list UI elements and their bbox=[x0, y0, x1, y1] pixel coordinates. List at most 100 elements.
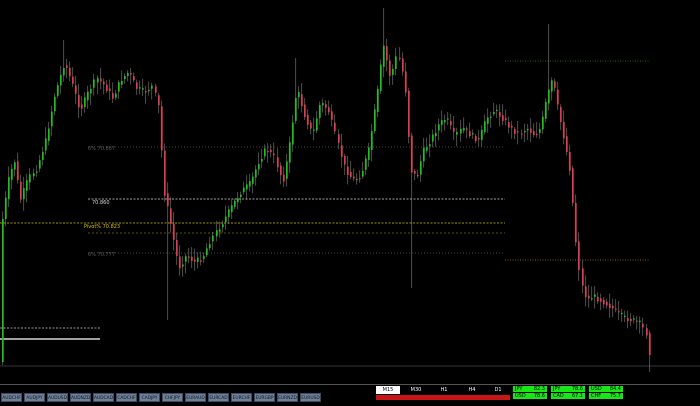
symbol-tab[interactable]: EURUSD bbox=[300, 393, 321, 402]
bear-candle bbox=[179, 256, 181, 269]
bull-candle bbox=[90, 89, 92, 94]
strength-value: 84.4 bbox=[609, 386, 621, 392]
bull-candle bbox=[42, 152, 44, 160]
bear-candle bbox=[133, 76, 135, 81]
bull-candle bbox=[524, 131, 526, 133]
strength-currency: JPY bbox=[553, 386, 561, 392]
bear-candle bbox=[273, 153, 275, 156]
bear-candle bbox=[78, 95, 80, 108]
bear-candle bbox=[155, 86, 157, 93]
timeframe-button-d1[interactable]: D1 bbox=[486, 386, 510, 394]
bull-candle bbox=[216, 230, 218, 237]
bull-candle bbox=[441, 120, 443, 125]
symbol-tab[interactable]: AUDJPY bbox=[24, 393, 45, 402]
bull-candle bbox=[460, 128, 462, 134]
bull-candle bbox=[371, 131, 373, 150]
bear-candle bbox=[408, 90, 410, 137]
bear-candle bbox=[514, 129, 516, 134]
bull-candle bbox=[48, 128, 50, 141]
bull-candle bbox=[444, 120, 446, 123]
price-level-label: Pivot% 70.823 bbox=[84, 224, 120, 230]
bear-candle bbox=[499, 112, 501, 117]
bull-candle bbox=[591, 298, 593, 300]
strength-currency: CAD bbox=[553, 393, 564, 399]
bull-candle bbox=[228, 209, 230, 218]
bear-candle bbox=[411, 135, 413, 173]
bull-candle bbox=[197, 257, 199, 262]
price-chart[interactable]: 6% 70.887 70.860 Pivot% 70.823 6% 70.777 bbox=[0, 0, 700, 384]
strength-value: 75.7 bbox=[609, 393, 621, 399]
timeframe-button-m15[interactable]: M15 bbox=[376, 386, 400, 394]
bull-candle bbox=[148, 90, 150, 92]
timeframe-selector: M15 M30 H1 H4 D1 bbox=[376, 386, 510, 400]
bear-candle bbox=[630, 318, 632, 322]
bull-candle bbox=[234, 200, 236, 207]
symbol-tab[interactable]: EURCHF bbox=[231, 393, 252, 402]
symbol-tab[interactable]: AUDCHF bbox=[1, 393, 22, 402]
bear-candle bbox=[642, 323, 644, 328]
bear-candle bbox=[277, 157, 279, 168]
bull-candle bbox=[463, 127, 465, 131]
symbol-tab[interactable]: AUDCAD bbox=[93, 393, 114, 402]
bear-candle bbox=[414, 170, 416, 174]
bull-candle bbox=[374, 109, 376, 131]
timeframe-button-m30[interactable]: M30 bbox=[404, 386, 428, 394]
bull-candle bbox=[249, 181, 251, 187]
price-level-label: 6% 70.777 bbox=[88, 252, 115, 258]
bear-candle bbox=[112, 93, 114, 99]
candlestick-chart[interactable]: 6% 70.887 70.860 Pivot% 70.823 6% 70.777 bbox=[0, 0, 700, 384]
bear-candle bbox=[136, 82, 138, 89]
bear-candle bbox=[563, 122, 565, 139]
bull-candle bbox=[142, 88, 144, 90]
strength-value: 78.6 bbox=[571, 386, 583, 392]
bear-candle bbox=[606, 301, 608, 306]
bull-candle bbox=[231, 205, 233, 212]
bull-candle bbox=[484, 121, 486, 133]
bear-candle bbox=[270, 149, 272, 153]
strength-currency: USD bbox=[515, 393, 526, 399]
bull-candle bbox=[252, 176, 254, 184]
symbol-tab[interactable]: CADCHF bbox=[116, 393, 137, 402]
symbol-tab-strip: AUDCHF AUDJPY AUDUSD AUDNZD AUDCAD CADCHF CADJ… bbox=[0, 387, 322, 402]
bull-candle bbox=[2, 218, 4, 362]
bear-candle bbox=[502, 115, 504, 122]
bear-candle bbox=[341, 145, 343, 157]
bull-candle bbox=[237, 198, 239, 202]
bull-candle bbox=[93, 79, 95, 88]
bear-candle bbox=[389, 60, 391, 76]
symbol-tab[interactable]: EURNZD bbox=[277, 393, 298, 402]
bull-candle bbox=[365, 158, 367, 170]
bear-candle bbox=[566, 136, 568, 153]
bear-candle bbox=[103, 81, 105, 85]
symbol-tab[interactable]: EURCAD bbox=[208, 393, 229, 402]
bull-candle bbox=[496, 109, 498, 112]
bear-candle bbox=[334, 122, 336, 132]
bear-candle bbox=[161, 106, 163, 151]
symbol-tab[interactable]: AUDUSD bbox=[47, 393, 68, 402]
bull-candle bbox=[490, 116, 492, 118]
strength-value: 67.1 bbox=[571, 393, 583, 399]
symbol-tab[interactable]: CHFJPY bbox=[162, 393, 183, 402]
bear-candle bbox=[582, 268, 584, 286]
bull-candle bbox=[356, 178, 358, 181]
bull-candle bbox=[423, 147, 425, 162]
bull-candle bbox=[127, 72, 129, 76]
bull-candle bbox=[51, 111, 53, 127]
symbol-tab[interactable]: EURAUD bbox=[185, 393, 206, 402]
bear-candle bbox=[301, 94, 303, 107]
bull-candle bbox=[542, 116, 544, 130]
bull-candle bbox=[261, 158, 263, 162]
strength-cell: CAD 67.1 bbox=[551, 393, 585, 399]
bear-candle bbox=[530, 128, 532, 133]
bull-candle bbox=[594, 294, 596, 297]
bull-candle bbox=[240, 194, 242, 198]
bear-candle bbox=[399, 57, 401, 59]
symbol-tab[interactable]: AUDNZD bbox=[70, 393, 91, 402]
symbol-tab[interactable]: EURGBP bbox=[254, 393, 275, 402]
bear-candle bbox=[469, 131, 471, 137]
bear-candle bbox=[353, 176, 355, 179]
bear-candle bbox=[100, 78, 102, 82]
timeframe-button-h1[interactable]: H1 bbox=[432, 386, 456, 394]
symbol-tab[interactable]: CADJPY bbox=[139, 393, 160, 402]
timeframe-button-h4[interactable]: H4 bbox=[460, 386, 484, 394]
